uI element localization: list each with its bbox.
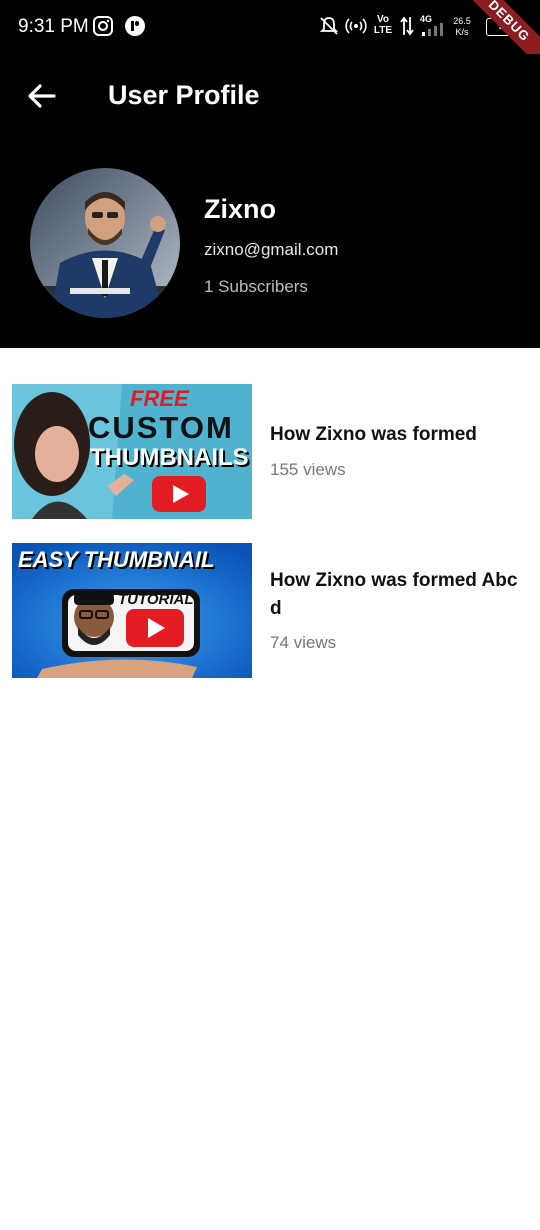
- mute-bell-icon: [319, 17, 339, 35]
- volte-indicator: Vo LTE: [373, 14, 393, 36]
- video-list-item[interactable]: FREE CUSTOM THUMBNAILS How Zixno was for…: [12, 384, 528, 519]
- app-bar: User Profile: [0, 54, 540, 138]
- video-thumbnail[interactable]: FREE CUSTOM THUMBNAILS: [12, 384, 252, 519]
- video-thumbnail[interactable]: EASY THUMBNAIL TUTORIAL: [12, 543, 252, 678]
- network-speed: 26.5 K/s: [453, 16, 471, 37]
- video-title: How Zixno was formed Abc d: [270, 570, 518, 619]
- status-time: 9:31 PM: [18, 16, 89, 37]
- hotspot-icon: [345, 18, 367, 34]
- status-bar: 9:31 PM Vo LTE 4G 26.5 K/s DEBUG: [0, 0, 540, 75]
- avatar: [30, 168, 180, 318]
- thumbnail-text-top: FREE: [130, 386, 189, 411]
- video-views: 74 views: [270, 633, 337, 652]
- app-notification-icon: [125, 16, 145, 36]
- thumbnail-text-top: EASY THUMBNAIL: [18, 547, 215, 572]
- profile-header: Zixno zixno@gmail.com 1 Subscribers: [0, 138, 540, 348]
- data-transfer-icon: [400, 16, 414, 36]
- back-arrow-icon[interactable]: [26, 80, 58, 112]
- user-name: Zixno: [204, 194, 276, 224]
- video-title: How Zixno was formed: [270, 424, 477, 445]
- page-title: User Profile: [108, 80, 260, 110]
- instagram-icon: [93, 16, 113, 36]
- thumbnail-text-bottom: THUMBNAILS: [90, 444, 249, 471]
- thumbnail-text-mid: CUSTOM: [88, 410, 234, 445]
- thumbnail-text-mid: TUTORIAL: [118, 591, 194, 608]
- video-list-item[interactable]: EASY THUMBNAIL TUTORIAL How Zixno was fo…: [12, 543, 528, 678]
- video-views: 155 views: [270, 460, 346, 479]
- user-email: zixno@gmail.com: [204, 240, 339, 259]
- subscriber-count: 1 Subscribers: [204, 277, 308, 296]
